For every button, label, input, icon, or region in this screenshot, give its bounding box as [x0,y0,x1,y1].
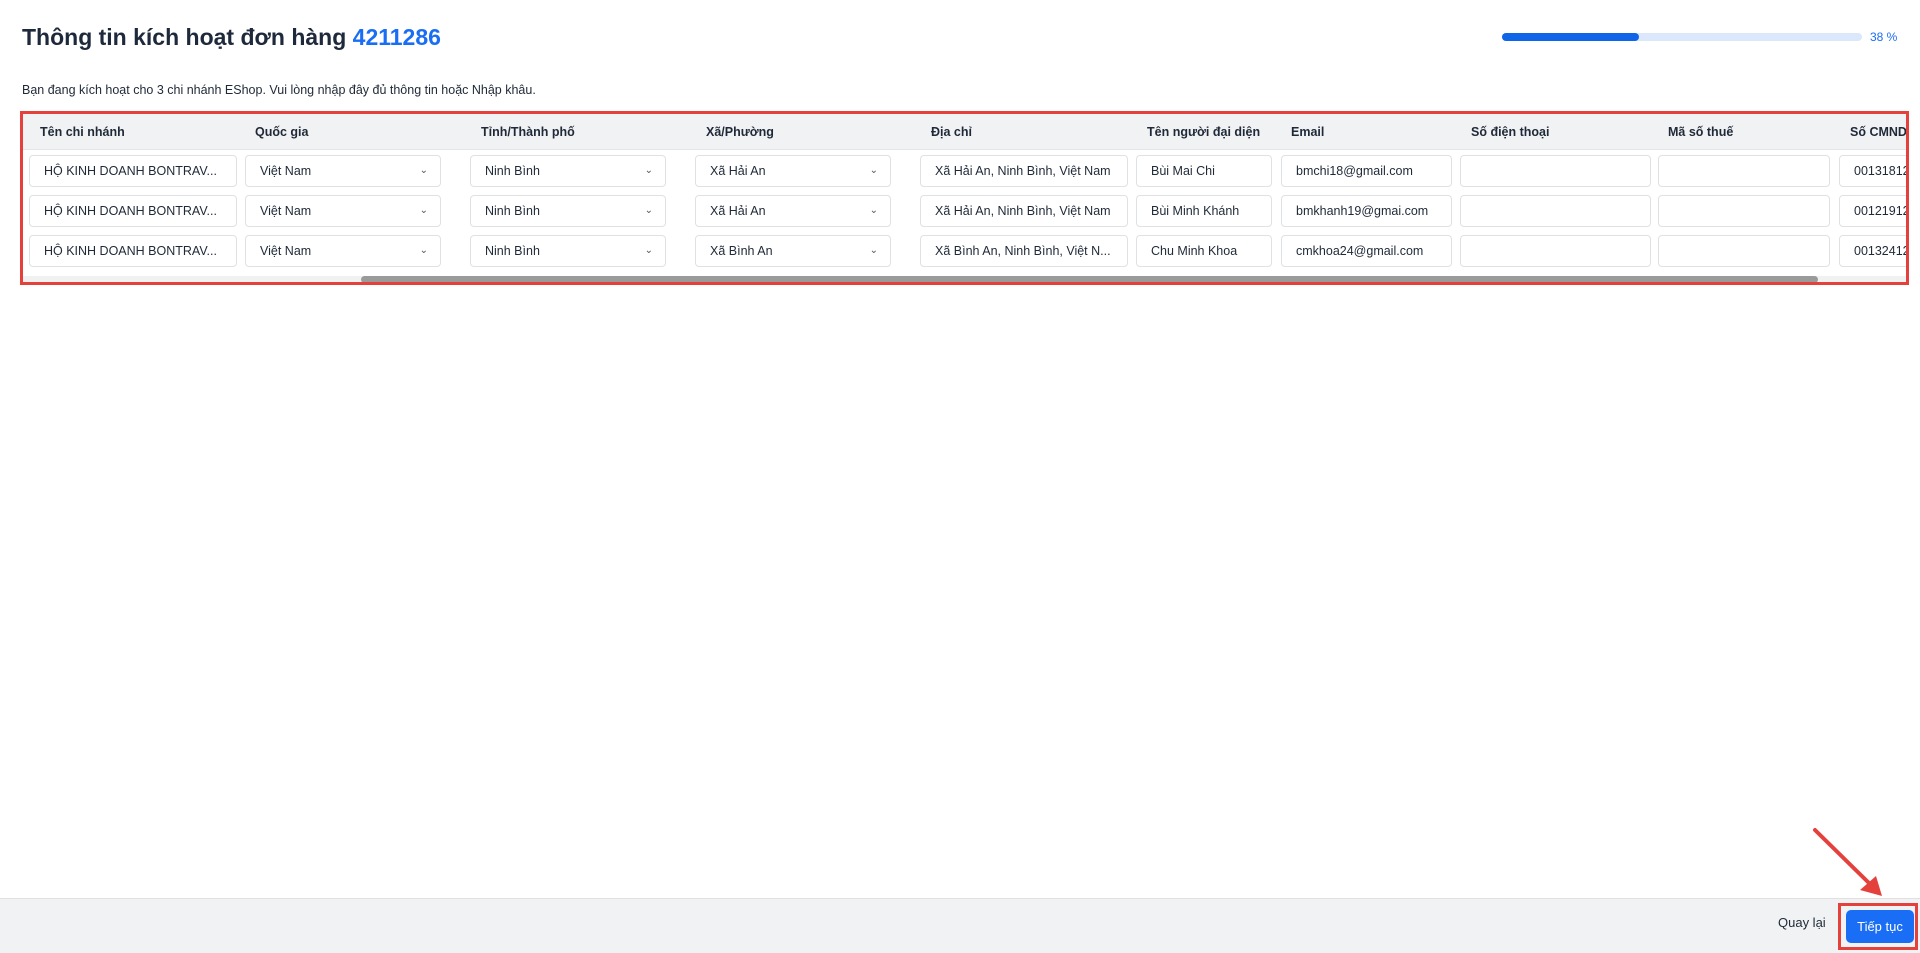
column-header: Số điện thoại [1471,125,1550,139]
cell-value: Ninh Bình [485,204,540,218]
cell-value: 00121912 [1854,204,1909,218]
select-x-ph-ng[interactable]: Xã Hải An ⌄ [695,155,891,187]
input-email[interactable]: bmkhanh19@gmai.com [1281,195,1452,227]
cell-value: Ninh Bình [485,164,540,178]
chevron-down-icon: ⌄ [644,165,653,176]
cell-value: Việt Nam [260,164,312,178]
cell-value: HỘ KINH DOANH BONTRAV... [44,164,217,178]
chevron-down-icon: ⌄ [419,165,428,176]
cell-value: Chu Minh Khoa [1151,244,1238,258]
input-s-cmnd[interactable]: 00121912 [1839,195,1909,227]
title-text: Thông tin kích hoạt đơn hàng [22,24,347,50]
input--a-ch-[interactable]: Xã Hải An, Ninh Bình, Việt Nam [920,155,1128,187]
column-header: Số CMND [1850,125,1907,139]
progress-fill [1502,33,1639,41]
chevron-down-icon: ⌄ [869,245,878,256]
chevron-down-icon: ⌄ [419,245,428,256]
scrollbar-thumb[interactable] [361,276,1818,282]
branch-table: Tên chi nhánh Quốc gia Tỉnh/Thành phố Xã/Ph… [20,111,1909,285]
input-s-i-n-tho-i[interactable] [1460,195,1651,227]
select-qu-c-gia[interactable]: Việt Nam ⌄ [245,195,441,227]
input-t-n-ng-i-i-di-n[interactable]: Bùi Minh Khánh [1136,195,1272,227]
input--a-ch-[interactable]: Xã Hải An, Ninh Bình, Việt Nam [920,195,1128,227]
cell-value: Xã Bình An [710,244,773,258]
cell-value: Xã Hải An, Ninh Bình, Việt Nam [935,164,1111,178]
cell-value: Việt Nam [260,204,312,218]
select-t-nh-th-nh-ph-[interactable]: Ninh Bình ⌄ [470,195,666,227]
select-t-nh-th-nh-ph-[interactable]: Ninh Bình ⌄ [470,155,666,187]
input-t-n-ng-i-i-di-n[interactable]: Chu Minh Khoa [1136,235,1272,267]
input-t-n-chi-nh-nh[interactable]: HỘ KINH DOANH BONTRAV... [29,155,237,187]
column-header: Tên chi nhánh [40,125,125,139]
next-highlight: Tiếp tục [1838,903,1918,950]
select-qu-c-gia[interactable]: Việt Nam ⌄ [245,155,441,187]
cell-value: Việt Nam [260,244,312,258]
cell-value: HỘ KINH DOANH BONTRAV... [44,244,217,258]
input-s-cmnd[interactable]: 00131812 [1839,155,1909,187]
column-header: Địa chỉ [931,125,972,139]
horizontal-scrollbar[interactable] [23,276,1906,282]
select-x-ph-ng[interactable]: Xã Hải An ⌄ [695,195,891,227]
cell-value: HỘ KINH DOANH BONTRAV... [44,204,217,218]
order-number: 4211286 [352,24,441,50]
cell-value: Bùi Mai Chi [1151,164,1215,178]
column-header: Mã số thuế [1668,125,1734,139]
chevron-down-icon: ⌄ [644,205,653,216]
input-s-i-n-tho-i[interactable] [1460,155,1651,187]
chevron-down-icon: ⌄ [869,205,878,216]
page-title: Thông tin kích hoạt đơn hàng 4211286 [22,24,441,51]
annotation-arrow-icon [1813,828,1882,896]
cell-value: Xã Hải An, Ninh Bình, Việt Nam [935,204,1111,218]
input-m-s-thu-[interactable] [1658,235,1830,267]
cell-value: bmchi18@gmail.com [1296,164,1413,178]
input-t-n-chi-nh-nh[interactable]: HỘ KINH DOANH BONTRAV... [29,195,237,227]
cell-value: Bùi Minh Khánh [1151,204,1240,218]
table-header: Tên chi nhánh Quốc gia Tỉnh/Thành phố Xã/Ph… [23,114,1907,150]
next-button[interactable]: Tiếp tục [1846,910,1914,943]
input-t-n-ng-i-i-di-n[interactable]: Bùi Mai Chi [1136,155,1272,187]
chevron-down-icon: ⌄ [644,245,653,256]
column-header: Email [1291,125,1325,139]
progress-bar [1502,33,1862,41]
input-s-i-n-tho-i[interactable] [1460,235,1651,267]
subtitle: Bạn đang kích hoạt cho 3 chi nhánh EShop… [22,83,536,97]
cell-value: 00131812 [1854,164,1909,178]
column-header: Tên người đại diện [1147,125,1261,139]
select-x-ph-ng[interactable]: Xã Bình An ⌄ [695,235,891,267]
back-button[interactable]: Quay lại [1778,915,1826,930]
select-qu-c-gia[interactable]: Việt Nam ⌄ [245,235,441,267]
column-header: Quốc gia [255,125,309,139]
cell-value: Xã Bình An, Ninh Bình, Việt N... [935,244,1111,258]
input-t-n-chi-nh-nh[interactable]: HỘ KINH DOANH BONTRAV... [29,235,237,267]
input-email[interactable]: cmkhoa24@gmail.com [1281,235,1452,267]
footer-bar: Quay lại Tiếp tục [0,898,1920,953]
input-s-cmnd[interactable]: 00132412 [1839,235,1909,267]
cell-value: bmkhanh19@gmai.com [1296,204,1429,218]
cell-value: Ninh Bình [485,244,540,258]
cell-value: 00132412 [1854,244,1909,258]
input-m-s-thu-[interactable] [1658,195,1830,227]
select-t-nh-th-nh-ph-[interactable]: Ninh Bình ⌄ [470,235,666,267]
input-email[interactable]: bmchi18@gmail.com [1281,155,1452,187]
chevron-down-icon: ⌄ [869,165,878,176]
progress-label: 38 % [1870,30,1898,44]
column-header: Xã/Phường [706,125,774,139]
column-header: Tỉnh/Thành phố [481,125,575,139]
cell-value: cmkhoa24@gmail.com [1296,244,1424,258]
chevron-down-icon: ⌄ [419,205,428,216]
cell-value: Xã Hải An [710,204,766,218]
cell-value: Xã Hải An [710,164,766,178]
input-m-s-thu-[interactable] [1658,155,1830,187]
input--a-ch-[interactable]: Xã Bình An, Ninh Bình, Việt N... [920,235,1128,267]
